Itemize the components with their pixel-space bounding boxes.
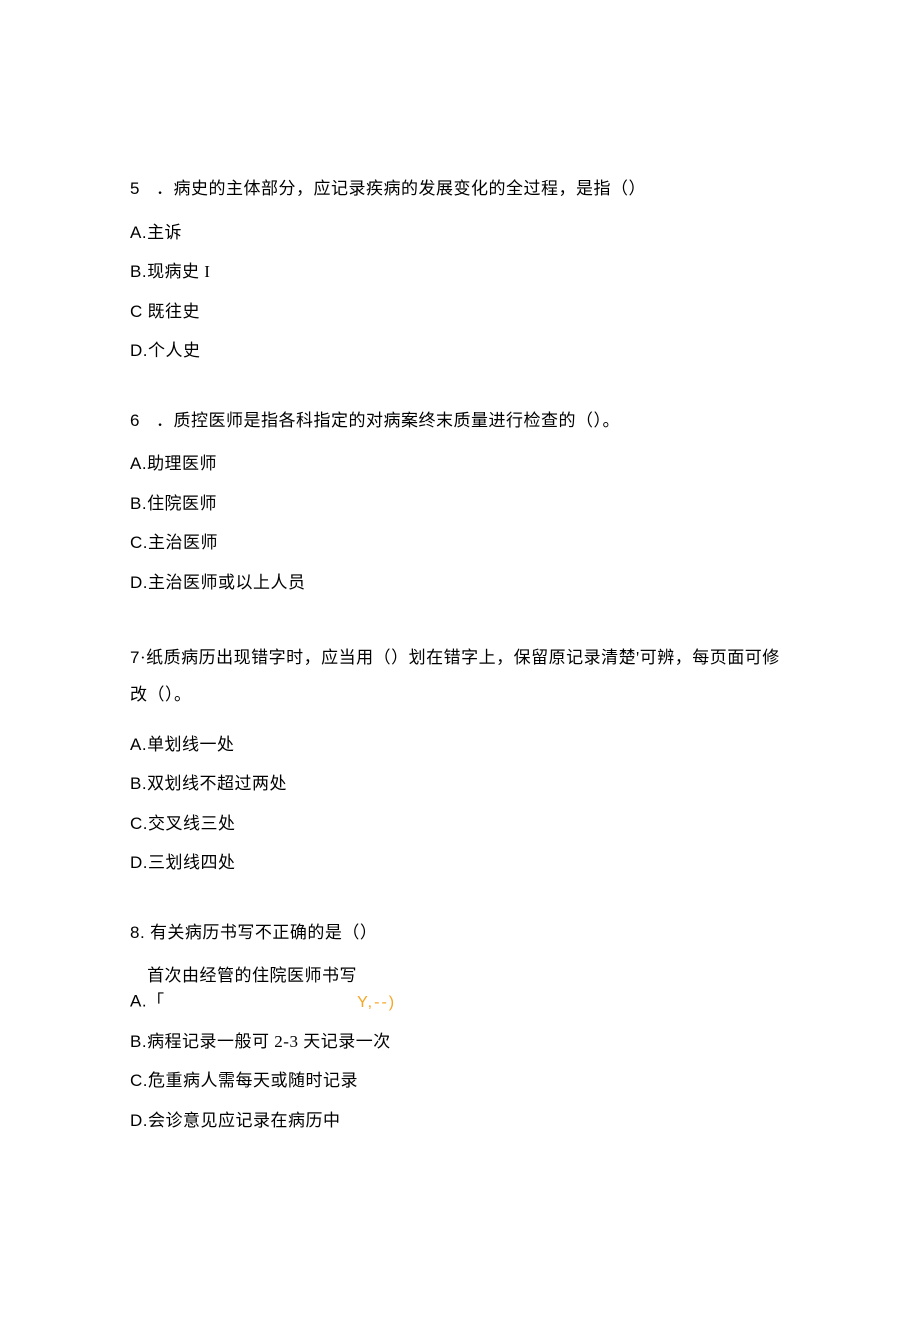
- option-7b: B.双划线不超过两处: [130, 771, 794, 797]
- question-number: 7: [130, 648, 140, 667]
- option-8c: C.危重病人需每天或随时记录: [130, 1068, 794, 1094]
- option-6d: D.主治医师或以上人员: [130, 570, 794, 596]
- option-7d: D.三划线四处: [130, 850, 794, 876]
- question-8: 8. 有关病历书写不正确的是（） A.首次由经管的住院医师书写「Y,--) B.…: [130, 920, 794, 1134]
- option-7c: C.交叉线三处: [130, 811, 794, 837]
- option-8b: B.病程记录一般可 2-3 天记录一次: [130, 1029, 794, 1055]
- option-5b: B.现病史 I: [130, 259, 794, 285]
- question-6: 6．质控医师是指各科指定的对病案终末质量进行检查的（）。 A.助理医师 B.住院…: [130, 408, 794, 596]
- option-8d: D.会诊意见应记录在病历中: [130, 1108, 794, 1134]
- question-7-text: 7·纸质病历出现错字时，应当用（）划在错字上，保留原记录清楚'可辨，每页面可修改…: [130, 639, 794, 714]
- question-content: 有关病历书写不正确的是（）: [145, 923, 377, 942]
- option-5c: C 既往史: [130, 299, 794, 325]
- option-5d: D.个人史: [130, 338, 794, 364]
- question-number: 6: [130, 408, 156, 434]
- question-7: 7·纸质病历出现错字时，应当用（）划在错字上，保留原记录清楚'可辨，每页面可修改…: [130, 639, 794, 876]
- question-5: 5．病史的主体部分，应记录疾病的发展变化的全过程，是指（） A.主诉 B.现病史…: [130, 176, 794, 364]
- option-6c: C.主治医师: [130, 530, 794, 556]
- question-number: 5: [130, 176, 156, 202]
- question-5-text: 5．病史的主体部分，应记录疾病的发展变化的全过程，是指（）: [130, 176, 794, 202]
- question-8-text: 8. 有关病历书写不正确的是（）: [130, 920, 794, 946]
- option-7a: A.单划线一处: [130, 732, 794, 758]
- option-8a: A.首次由经管的住院医师书写「Y,--): [130, 963, 794, 1015]
- document-page: 5．病史的主体部分，应记录疾病的发展变化的全过程，是指（） A.主诉 B.现病史…: [0, 0, 920, 1317]
- question-content: ·纸质病历出现错字时，应当用（）划在错字上，保留原记录清楚'可辨，每页面可修改（…: [130, 648, 780, 704]
- annotation-mark: Y,--): [357, 991, 417, 1015]
- option-6b: B.住院医师: [130, 491, 794, 517]
- question-content: ．病史的主体部分，应记录疾病的发展变化的全过程，是指（）: [156, 179, 646, 198]
- option-5a: A.主诉: [130, 220, 794, 246]
- question-content: ．质控医师是指各科指定的对病案终末质量进行检查的（）。: [156, 411, 620, 430]
- question-number: 8.: [130, 923, 145, 942]
- option-6a: A.助理医师: [130, 451, 794, 477]
- question-6-text: 6．质控医师是指各科指定的对病案终末质量进行检查的（）。: [130, 408, 794, 434]
